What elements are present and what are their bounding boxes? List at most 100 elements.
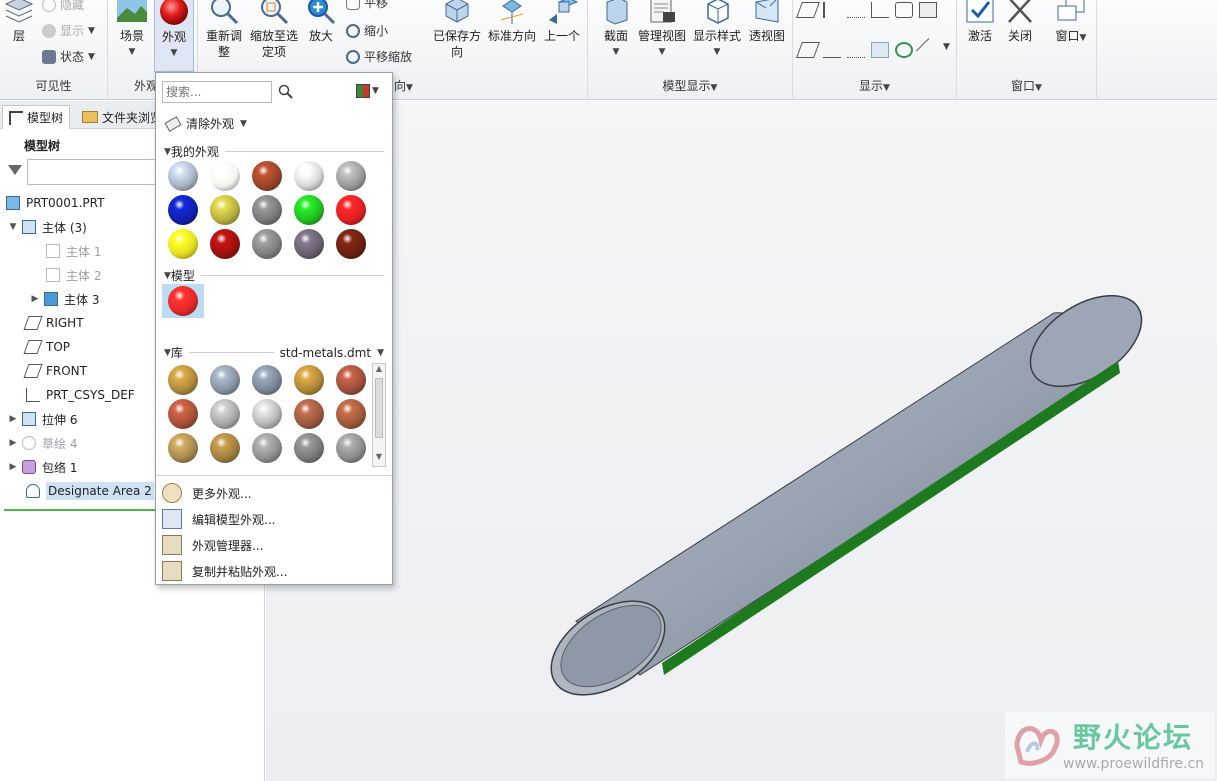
library-appearance-swatch-4[interactable] [294,365,324,395]
windows-button[interactable]: 窗口▼ [1051,0,1091,46]
my-appearance-swatch-13[interactable] [252,229,282,259]
library-appearance-swatch-7[interactable] [210,399,240,429]
more-appearances-item[interactable]: 更多外观... [162,481,388,505]
my-appearance-swatch-1[interactable] [168,161,198,191]
library-scrollbar[interactable]: ▲ ▼ [372,363,386,467]
appearance-button[interactable]: 外观 ▼ [154,0,194,72]
library-appearance-swatch-5[interactable] [336,365,366,395]
library-appearance-swatch-10[interactable] [336,399,366,429]
tree-item-body-2[interactable]: 主体 2 [46,264,101,286]
tree-item-root[interactable]: PRT0001.PRT [6,192,104,214]
tree-item-designate-area[interactable]: Designate Area 2 [26,480,154,502]
library-appearance-swatch-6[interactable] [168,399,198,429]
tree-item-body-3[interactable]: ▶ 主体 3 [30,288,99,310]
tree-item-body-1[interactable]: 主体 1 [46,240,101,262]
expand-arrow-icon[interactable]: ▶ [30,294,40,304]
my-appearance-swatch-4[interactable] [294,161,324,191]
scroll-thumb[interactable] [375,378,383,438]
scene-button[interactable]: 场景 ▼ [114,0,150,60]
tree-item-extrude[interactable]: ▶ 拉伸 6 [8,408,77,430]
tree-item-wrap[interactable]: ▶ 包络 1 [8,456,77,478]
my-appearance-swatch-15[interactable] [336,229,366,259]
section-button[interactable]: 截面 ▼ [596,0,636,60]
close-window-button[interactable]: 关闭 [1003,0,1037,44]
tree-item-sketch[interactable]: ▶ 草绘 4 [8,432,77,454]
clear-appearance-button[interactable]: 清除外观 ▼ [164,115,247,132]
search-input[interactable] [162,81,272,103]
my-appearance-swatch-11[interactable] [168,229,198,259]
tree-item-csys[interactable]: PRT_CSYS_DEF [26,384,135,406]
collapse-arrow-icon[interactable]: ▼ [8,222,18,232]
manage-views-button[interactable]: 管理视图 ▼ [634,0,690,60]
my-appearance-swatch-14[interactable] [294,229,324,259]
zoom-out-button[interactable]: 缩小 [346,22,388,39]
library-appearance-swatch-11[interactable] [168,433,198,463]
expand-arrow-icon[interactable]: ▶ [8,414,18,424]
my-appearance-swatch-12[interactable] [210,229,240,259]
my-appearance-swatch-2[interactable] [210,161,240,191]
refit-button[interactable]: 重新调 整 [202,0,246,60]
tree-item-front[interactable]: FRONT [23,360,87,382]
show-button[interactable]: 显示 ▼ [42,22,95,39]
activate-button[interactable]: 激活 [963,0,997,44]
axis-tag-icon[interactable] [823,42,841,58]
edit-model-appearance-item[interactable]: 编辑模型外观... [162,507,388,531]
annotation-display-icon[interactable] [895,2,913,18]
filter-icon[interactable] [8,165,22,175]
zoom-in-button[interactable]: 放大 [304,0,338,44]
my-appearance-swatch-7[interactable] [210,195,240,225]
pan-button[interactable]: 平移 [346,0,388,11]
plane-tag-icon[interactable] [796,42,820,58]
point-display-icon[interactable] [847,2,865,18]
section-model[interactable]: ▼ 模型 [164,267,384,284]
appearance-manager-item[interactable]: 外观管理器... [162,533,388,557]
tree-item-bodies[interactable]: ▼ 主体 (3) [8,216,87,238]
tree-item-top[interactable]: TOP [23,336,70,358]
tree-item-right[interactable]: RIGHT [23,312,84,334]
pipe-model[interactable] [266,101,1217,781]
my-appearance-swatch-8[interactable] [252,195,282,225]
scroll-down-arrow-icon[interactable]: ▼ [373,452,385,466]
display-style-button[interactable]: 显示样式 ▼ [690,0,744,60]
model-appearance-swatch-1[interactable] [168,286,198,316]
zoom-selected-button[interactable]: 缩放至选 定项 [248,0,300,60]
pan-zoom-button[interactable]: 平移缩放 [346,48,412,65]
plane-display-icon[interactable] [796,2,820,18]
csys-display-icon[interactable] [871,2,889,18]
previous-view-button[interactable]: 上一个 [542,0,582,44]
expand-arrow-icon[interactable]: ▶ [8,438,18,448]
library-appearance-swatch-9[interactable] [294,399,324,429]
dimension-display-icon[interactable] [919,2,937,18]
3d-notes-icon[interactable] [915,37,941,63]
my-appearance-swatch-10[interactable] [336,195,366,225]
axis-display-icon[interactable] [823,2,841,18]
scroll-up-arrow-icon[interactable]: ▲ [373,364,385,378]
expand-arrow-icon[interactable]: ▶ [8,462,18,472]
copy-paste-appearance-item[interactable]: 复制并粘贴外观... [162,559,388,583]
section-library[interactable]: ▼ 库 std-metals.dmt ▼ [164,344,384,361]
csys-tag-icon[interactable] [871,42,889,58]
perspective-button[interactable]: 透视图 [746,0,788,44]
view-mode-button[interactable]: ▼ [356,84,379,98]
tab-model-tree[interactable]: 模型树 [2,105,71,129]
status-button[interactable]: 状态 ▼ [42,48,95,65]
library-appearance-swatch-1[interactable] [168,365,198,395]
section-my-appearances[interactable]: ▼ 我的外观 [164,143,384,160]
library-appearance-swatch-8[interactable] [252,399,282,429]
library-appearance-swatch-3[interactable] [252,365,282,395]
library-appearance-swatch-12[interactable] [210,433,240,463]
spin-center-icon[interactable] [895,42,913,58]
hide-button[interactable]: 隐藏 [42,0,84,13]
my-appearance-swatch-3[interactable] [252,161,282,191]
standard-orientation-button[interactable]: 标准方向 [486,0,538,44]
search-icon[interactable] [278,84,294,100]
my-appearance-swatch-6[interactable] [168,195,198,225]
library-appearance-swatch-2[interactable] [210,365,240,395]
saved-views-button[interactable]: 已保存方 向 [430,0,484,60]
my-appearance-swatch-9[interactable] [294,195,324,225]
graphics-viewport[interactable] [266,101,1217,781]
my-appearance-swatch-5[interactable] [336,161,366,191]
layer-button[interactable]: 层 [2,0,36,44]
point-tag-icon[interactable] [847,42,865,58]
library-appearance-swatch-14[interactable] [294,433,324,463]
